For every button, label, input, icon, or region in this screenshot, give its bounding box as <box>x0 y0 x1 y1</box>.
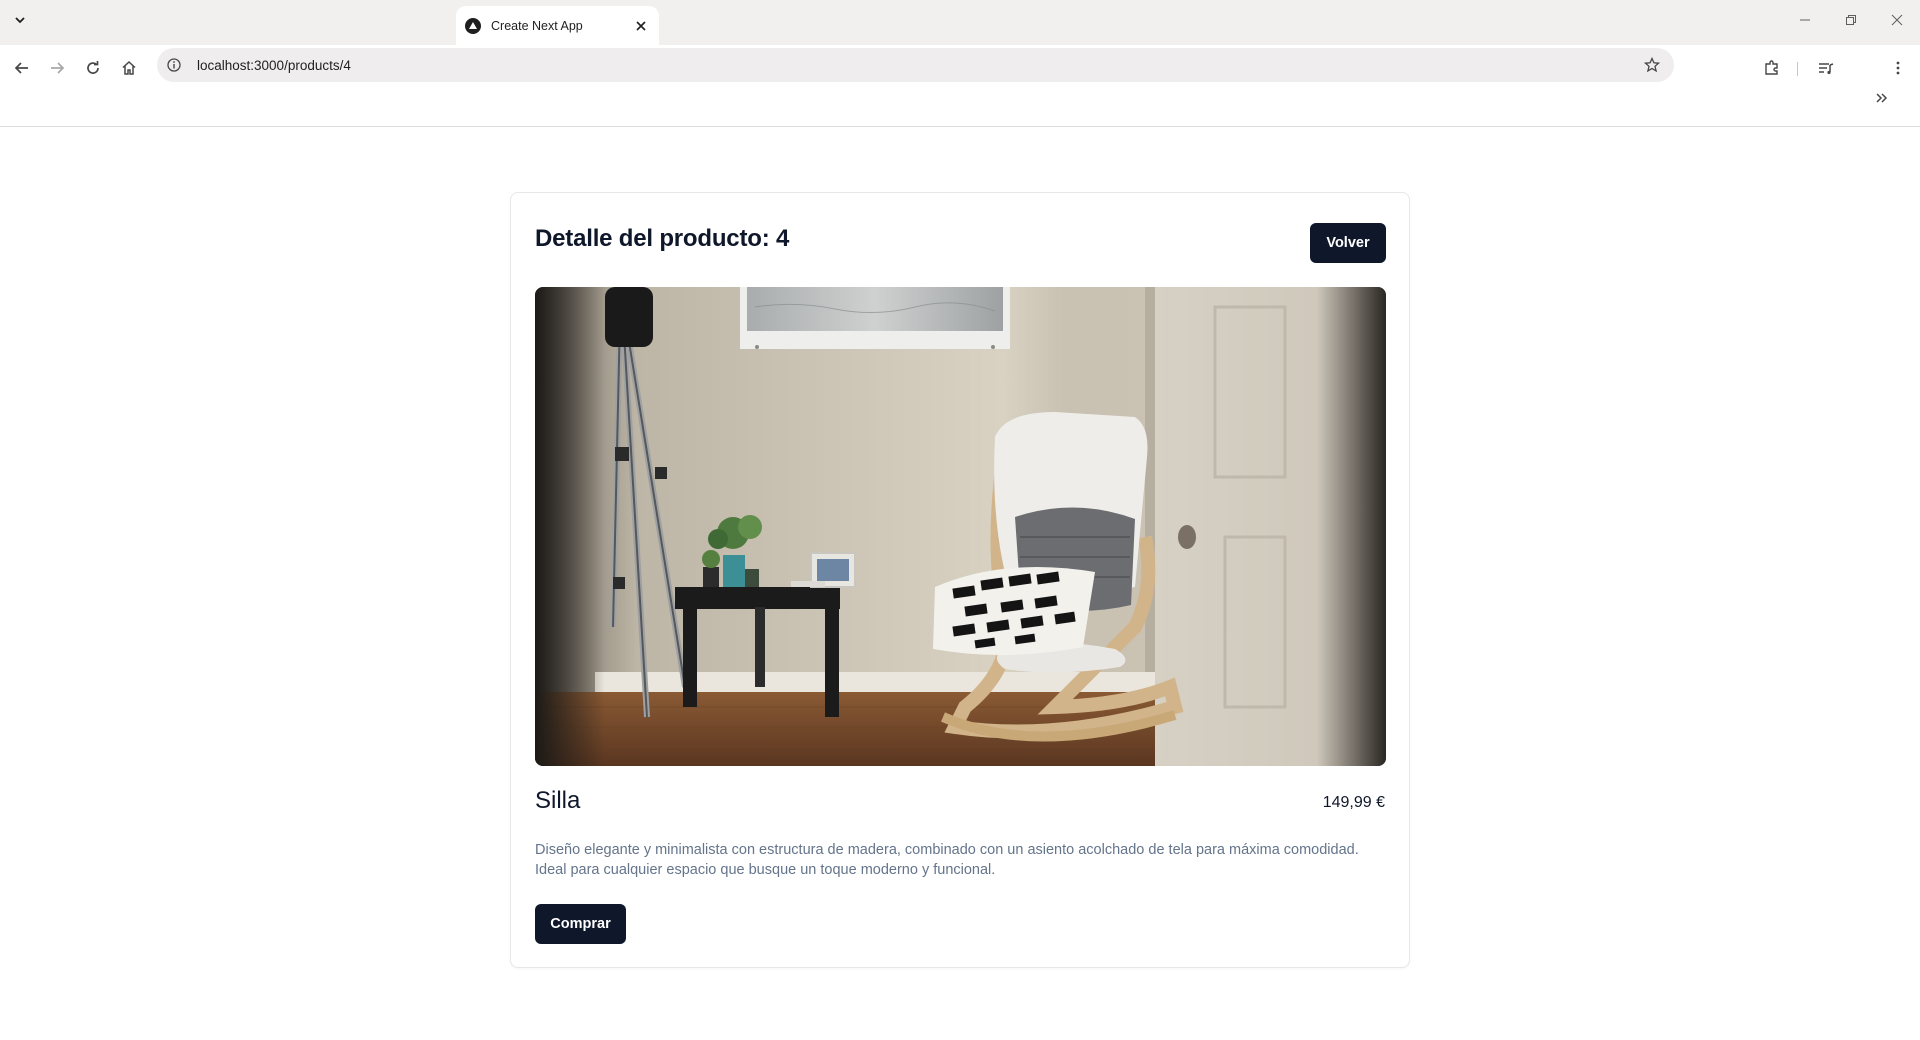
product-name: Silla <box>535 787 581 814</box>
browser-tab-active[interactable]: Create Next App <box>456 6 659 45</box>
forward-arrow-icon[interactable] <box>43 54 71 82</box>
home-icon[interactable] <box>115 54 143 82</box>
media-queue-icon[interactable] <box>1812 54 1840 82</box>
product-price: 149,99 € <box>1322 794 1385 811</box>
product-description: Diseño elegante y minimalista con estruc… <box>535 840 1386 880</box>
browser-tab-strip: Create Next App <box>0 0 1920 45</box>
bookmarks-overflow-chevron-icon[interactable] <box>1870 86 1894 110</box>
tab-title: Create Next App <box>491 18 583 33</box>
toolbar-separator <box>1797 62 1798 76</box>
product-detail-card: Detalle del producto: 4 Volver Silla 149… <box>510 192 1410 968</box>
product-description-line-2: Ideal para cualquier espacio que busque … <box>535 862 996 878</box>
extensions-puzzle-icon[interactable] <box>1758 54 1786 82</box>
minimize-icon[interactable] <box>1782 0 1828 40</box>
buy-button[interactable]: Comprar <box>535 904 626 944</box>
browser-toolbar: localhost:3000/products/4 <box>0 45 1920 127</box>
nextjs-favicon-icon <box>465 17 481 34</box>
tab-close-icon[interactable] <box>630 15 652 37</box>
page-title: Detalle del producto: 4 <box>535 225 790 252</box>
reload-icon[interactable] <box>79 54 107 82</box>
back-arrow-icon[interactable] <box>8 54 36 82</box>
tab-search-chevron-icon[interactable] <box>6 8 34 32</box>
close-window-icon[interactable] <box>1874 0 1920 40</box>
restore-icon[interactable] <box>1828 0 1874 40</box>
browser-menu-kebab-icon[interactable] <box>1884 54 1912 82</box>
address-bar[interactable]: localhost:3000/products/4 <box>157 48 1674 82</box>
url-text[interactable]: localhost:3000/products/4 <box>197 58 1638 73</box>
window-controls <box>1782 0 1920 40</box>
product-description-line-1: Diseño elegante y minimalista con estruc… <box>535 842 1359 858</box>
product-image <box>535 287 1386 766</box>
back-button[interactable]: Volver <box>1310 223 1386 263</box>
site-info-icon[interactable] <box>166 57 182 73</box>
bookmark-star-icon[interactable] <box>1638 51 1666 79</box>
